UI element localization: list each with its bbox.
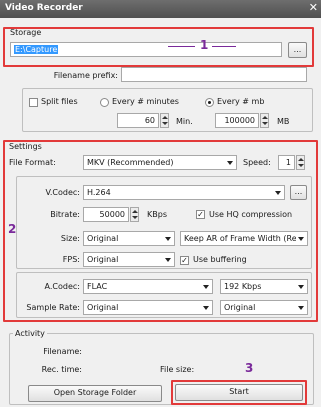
acodec-label: A.Codec:: [44, 282, 80, 291]
size-value: Original: [87, 234, 119, 243]
bitrate-unit: KBps: [147, 210, 167, 219]
filename-prefix-label: Filename prefix:: [53, 71, 118, 80]
fps-value: Original: [87, 255, 119, 264]
speed-spinner[interactable]: [296, 155, 305, 170]
activity-filename-label: Filename:: [43, 347, 82, 356]
speed-input[interactable]: 1: [278, 155, 295, 170]
use-buffering-checkbox[interactable]: ✓: [180, 256, 189, 265]
bitrate-spinner[interactable]: [130, 207, 139, 222]
sample-rate-value: Original: [87, 303, 119, 312]
callout-1-leader: [168, 46, 195, 47]
every-mb-label: Every # mb: [217, 97, 265, 106]
start-button[interactable]: Start: [175, 384, 303, 401]
settings-group-label: Settings: [9, 142, 42, 151]
activity-group-label: Activity: [13, 329, 47, 338]
browse-storage-button[interactable]: ...: [288, 42, 307, 58]
fps-select[interactable]: Original: [83, 252, 175, 267]
filename-prefix-input[interactable]: [121, 67, 307, 82]
open-storage-folder-button[interactable]: Open Storage Folder: [28, 385, 162, 402]
audio-bitrate-select[interactable]: 192 Kbps: [220, 279, 308, 294]
chevron-down-icon: [203, 285, 209, 289]
speed-label: Speed:: [243, 158, 271, 167]
close-icon[interactable]: ✕: [309, 1, 318, 15]
file-format-label: File Format:: [9, 158, 56, 167]
bitrate-input[interactable]: 50000: [83, 207, 129, 222]
mb-input[interactable]: 100000: [215, 113, 259, 128]
callout-2-number: 2: [8, 222, 17, 236]
chevron-down-icon: [298, 285, 304, 289]
minutes-unit: Min.: [176, 117, 193, 126]
bitrate-label: Bitrate:: [50, 210, 80, 219]
audio-channels-select[interactable]: Original: [220, 300, 308, 315]
chevron-down-icon: [227, 161, 233, 165]
callout-1-number: 1: [200, 38, 209, 52]
minutes-spinner[interactable]: [160, 113, 169, 128]
chevron-down-icon: [165, 258, 171, 262]
vcodec-label: V.Codec:: [45, 188, 80, 197]
split-files-checkbox[interactable]: [29, 98, 38, 107]
vcodec-options-button[interactable]: ...: [290, 185, 307, 200]
window-title: Video Recorder: [5, 3, 83, 13]
size-label: Size:: [60, 234, 80, 243]
keep-aspect-ratio-value: Keep AR of Frame Width (Re: [184, 234, 296, 243]
file-format-value: MKV (Recommended): [87, 158, 174, 167]
hq-compression-label: Use HQ compression: [209, 210, 293, 219]
fps-label: FPS:: [62, 255, 80, 264]
audio-channels-value: Original: [224, 303, 256, 312]
acodec-value: FLAC: [87, 282, 108, 291]
chevron-down-icon: [203, 306, 209, 310]
callout-3-number: 3: [245, 361, 254, 375]
title-bar: Video Recorder: [0, 0, 321, 18]
audio-bitrate-value: 192 Kbps: [224, 282, 262, 291]
vcodec-select[interactable]: H.264: [83, 185, 285, 200]
chevron-down-icon: [165, 237, 171, 241]
acodec-select[interactable]: FLAC: [83, 279, 213, 294]
activity-rec-time-label: Rec. time:: [41, 365, 82, 374]
size-select[interactable]: Original: [83, 231, 175, 246]
every-minutes-radio[interactable]: [100, 98, 109, 107]
storage-group-label: Storage: [10, 28, 42, 37]
mb-unit: MB: [277, 117, 290, 126]
use-buffering-label: Use buffering: [193, 255, 247, 264]
every-minutes-label: Every # minutes: [112, 97, 179, 106]
chevron-down-icon: [275, 191, 281, 195]
vcodec-value: H.264: [87, 188, 111, 197]
sample-rate-label: Sample Rate:: [26, 303, 80, 312]
sample-rate-select[interactable]: Original: [83, 300, 213, 315]
every-mb-radio[interactable]: [205, 98, 214, 107]
chevron-down-icon: [298, 306, 304, 310]
hq-compression-checkbox[interactable]: ✓: [196, 210, 205, 219]
chevron-down-icon: [298, 237, 304, 241]
storage-path-input[interactable]: E:\Capture: [10, 42, 282, 57]
minutes-input[interactable]: 60: [117, 113, 159, 128]
keep-aspect-ratio-select[interactable]: Keep AR of Frame Width (Re: [180, 231, 308, 246]
storage-path-text: E:\Capture: [14, 45, 59, 54]
file-format-select[interactable]: MKV (Recommended): [83, 155, 237, 170]
callout-1-leader-right: [212, 46, 236, 47]
activity-file-size-label: File size:: [160, 365, 195, 374]
split-files-label: Split files: [41, 97, 78, 106]
mb-spinner[interactable]: [260, 113, 269, 128]
